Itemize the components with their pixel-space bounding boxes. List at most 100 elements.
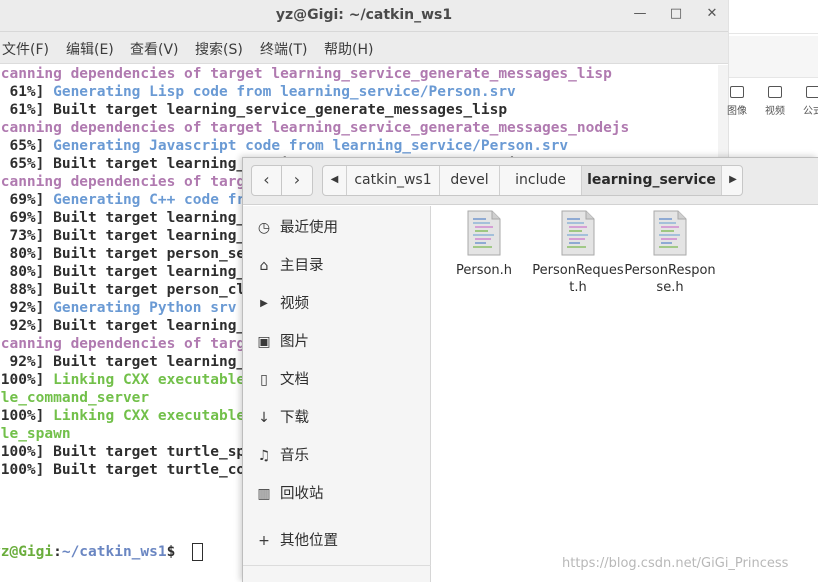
- breadcrumb-catkin-ws1[interactable]: catkin_ws1: [347, 166, 440, 195]
- plus-icon: +: [258, 533, 270, 549]
- background-editor-window: 图像 视频 公式: [727, 0, 818, 160]
- line-message: [100%] Built target turtle_spawn: [0, 444, 272, 460]
- terminal-prompt: yz@Gigi:~/catkin_ws1$: [0, 543, 184, 561]
- text-file-icon: [653, 210, 687, 256]
- breadcrumb-learning-service[interactable]: learning_service: [582, 166, 722, 195]
- terminal-line: [ 80%] Built target person_server: [0, 245, 280, 263]
- sidebar-item-trash[interactable]: ▥ 回收站: [243, 477, 431, 511]
- terminal-line: Scanning dependencies of target learning…: [0, 119, 629, 137]
- terminal-line: [ 61%] Generating Lisp code from learnin…: [0, 83, 516, 101]
- terminal-line: [ 88%] Built target person_client: [0, 281, 280, 299]
- sidebar-item-label: 回收站: [280, 486, 324, 502]
- progress-prefix: [ 65%]: [0, 138, 45, 154]
- line-message: [ 61%] Built target learning_service_gen…: [0, 102, 508, 118]
- text-file-icon: [561, 210, 595, 256]
- progress-prefix: [100%]: [0, 372, 45, 388]
- file-manager-header: ‹ › ◀ catkin_ws1 devel include learning_…: [243, 158, 818, 205]
- path-bar: ◀ catkin_ws1 devel include learning_serv…: [322, 165, 743, 196]
- sidebar-item-label: 主目录: [280, 258, 324, 274]
- breadcrumb-devel[interactable]: devel: [440, 166, 500, 195]
- terminal-line: [ 65%] Generating Javascript code from l…: [0, 137, 568, 155]
- download-icon: ↓: [258, 410, 270, 426]
- formula-tool[interactable]: 公式: [795, 86, 818, 117]
- prompt-separator: :: [53, 544, 62, 560]
- sidebar-divider: [243, 565, 431, 566]
- breadcrumb-include[interactable]: include: [500, 166, 582, 195]
- sidebar-item-home[interactable]: ⌂ 主目录: [243, 249, 431, 283]
- image-tool[interactable]: 图像: [719, 86, 755, 117]
- line-message: Generating Javascript code from learning…: [53, 138, 569, 154]
- trash-icon: ▥: [257, 486, 271, 502]
- video-icon: ▶: [260, 298, 268, 309]
- line-message: Scanning dependencies of target learning…: [0, 120, 630, 136]
- sidebar-item-other-locations[interactable]: + 其他位置: [243, 524, 431, 558]
- prompt-path: ~/catkin_ws1: [61, 544, 167, 560]
- sidebar-item-videos[interactable]: ▶ 视频: [243, 287, 431, 321]
- progress-prefix: [ 92%]: [0, 300, 45, 316]
- sidebar-item-label: 图片: [280, 334, 309, 350]
- video-tool-label: 视频: [765, 106, 785, 117]
- line-message: [ 80%] Built target person_server: [0, 246, 281, 262]
- background-editor-header: [729, 0, 818, 34]
- file-name: Person.h: [455, 263, 513, 278]
- path-scroll-right-button[interactable]: ▶: [722, 166, 742, 195]
- forward-button[interactable]: ›: [282, 165, 313, 196]
- sidebar-item-label: 音乐: [280, 448, 309, 464]
- file-name: PersonRequest.h: [532, 263, 624, 295]
- camera-icon: ▣: [257, 334, 271, 350]
- file-item-personrequest-h[interactable]: PersonRequest.h: [530, 210, 626, 310]
- line-message: tle_command_server: [0, 390, 150, 406]
- line-message: [ 88%] Built target person_client: [0, 282, 281, 298]
- formula-tool-label: 公式: [803, 106, 818, 117]
- terminal-menubar: 文件(F) 编辑(E) 查看(V) 搜索(S) 终端(T) 帮助(H): [0, 32, 728, 64]
- menu-help[interactable]: 帮助(H): [324, 39, 373, 59]
- line-message: tle_spawn: [0, 426, 71, 442]
- watermark-text: https://blog.csdn.net/GiGi_Princess: [562, 556, 789, 571]
- maximize-button[interactable]: □: [664, 4, 688, 24]
- progress-prefix: [ 69%]: [0, 192, 45, 208]
- image-tool-label: 图像: [727, 106, 747, 117]
- terminal-cursor: [192, 543, 203, 561]
- sidebar-item-recent[interactable]: ◷ 最近使用: [243, 211, 431, 245]
- sidebar-item-label: 下载: [280, 410, 309, 426]
- formula-icon: [806, 86, 818, 98]
- video-tool[interactable]: 视频: [757, 86, 793, 117]
- sidebar-item-label: 视频: [280, 296, 309, 312]
- sidebar-item-label: 文档: [280, 372, 309, 388]
- menu-search[interactable]: 搜索(S): [195, 39, 243, 59]
- line-message: Scanning dependencies of target learning…: [0, 66, 612, 82]
- menu-file[interactable]: 文件(F): [2, 39, 49, 59]
- music-icon: ♫: [257, 448, 271, 464]
- terminal-line: tle_spawn: [0, 425, 71, 443]
- terminal-line: tle_command_server: [0, 389, 149, 407]
- minimize-button[interactable]: —: [628, 4, 652, 24]
- file-grid[interactable]: Person.h PersonRequest.h PersonResponse.…: [432, 206, 818, 582]
- menu-view[interactable]: 查看(V): [130, 39, 179, 59]
- background-editor-field: [729, 36, 818, 78]
- file-item-personresponse-h[interactable]: PersonResponse.h: [622, 210, 718, 310]
- file-name: PersonResponse.h: [624, 263, 716, 295]
- sidebar-item-documents[interactable]: ▯ 文档: [243, 363, 431, 397]
- terminal-titlebar[interactable]: yz@Gigi: ~/catkin_ws1 — □ ✕: [0, 0, 728, 32]
- menu-terminal[interactable]: 终端(T): [260, 39, 307, 59]
- terminal-line: [100%] Built target turtle_spawn: [0, 443, 271, 461]
- close-button[interactable]: ✕: [700, 4, 724, 24]
- file-manager-window[interactable]: ‹ › ◀ catkin_ws1 devel include learning_…: [242, 157, 818, 582]
- terminal-line: [ 61%] Built target learning_service_gen…: [0, 101, 507, 119]
- terminal-title: yz@Gigi: ~/catkin_ws1: [275, 7, 453, 23]
- document-icon: ▯: [260, 372, 268, 388]
- path-scroll-left-button[interactable]: ◀: [323, 166, 347, 195]
- back-button[interactable]: ‹: [251, 165, 282, 196]
- sidebar-item-pictures[interactable]: ▣ 图片: [243, 325, 431, 359]
- menu-edit[interactable]: 编辑(E): [66, 39, 114, 59]
- prompt-symbol: $: [166, 544, 185, 560]
- text-file-icon: [467, 210, 501, 256]
- places-sidebar: ◷ 最近使用 ⌂ 主目录 ▶ 视频 ▣ 图片 ▯ 文档 ↓ 下载 ♫ 音乐 ▥: [243, 206, 431, 582]
- sidebar-item-music[interactable]: ♫ 音乐: [243, 439, 431, 473]
- video-icon: [768, 86, 782, 98]
- sidebar-item-label: 其他位置: [280, 533, 338, 549]
- file-item-person-h[interactable]: Person.h: [436, 210, 532, 310]
- sidebar-item-downloads[interactable]: ↓ 下载: [243, 401, 431, 435]
- prompt-user: yz@Gigi: [0, 544, 54, 560]
- terminal-line: Scanning dependencies of target learning…: [0, 65, 612, 83]
